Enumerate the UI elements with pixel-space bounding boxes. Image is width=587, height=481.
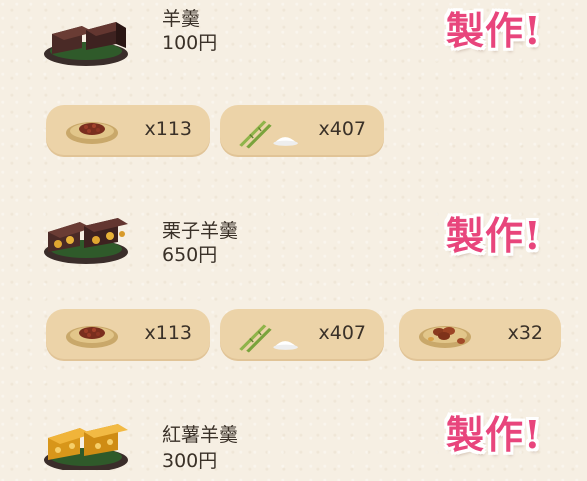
recipe-name: 羊羹 (162, 8, 201, 30)
sugarcane-sugar-icon (239, 324, 298, 353)
ingredient-quantity: x113 (144, 322, 192, 344)
recipe-row-sweet-potato-yokan: 紅薯羊羹 300円 製作! (0, 400, 587, 480)
chestnut-plate-icon (419, 326, 471, 348)
ingredient-sugarcane: x407 (220, 309, 384, 361)
ingredient-quantity: x407 (318, 118, 366, 140)
make-button[interactable]: 製作! (446, 410, 576, 460)
red-beans-plate-icon (66, 122, 118, 144)
recipe-name: 紅薯羊羹 (162, 424, 239, 446)
chestnut-yokan-dish-icon (44, 218, 128, 264)
ingredient-quantity: x113 (144, 118, 192, 140)
recipe-row-yokan: 羊羹 100円 製作! (0, 0, 587, 80)
ingredient-red-beans: x113 (46, 309, 210, 361)
ingredient-quantity: x407 (318, 322, 366, 344)
ingredient-red-beans: x113 (46, 105, 210, 157)
sweet-potato-yokan-dish-icon (44, 424, 128, 470)
yokan-dish-icon (44, 22, 128, 66)
recipe-price: 650円 (162, 244, 218, 266)
recipe-price: 300円 (162, 450, 218, 472)
make-button[interactable]: 製作! (446, 6, 576, 56)
ingredient-chestnut: x32 (399, 309, 561, 361)
ingredient-sugarcane: x407 (220, 105, 384, 157)
make-button[interactable]: 製作! (446, 211, 576, 261)
recipe-name: 栗子羊羹 (162, 220, 239, 242)
sugarcane-sugar-icon (239, 120, 298, 149)
recipe-price: 100円 (162, 32, 218, 54)
red-beans-plate-icon (66, 326, 118, 348)
recipe-row-chestnut-yokan: 栗子羊羹 650円 製作! (0, 196, 587, 276)
ingredient-quantity: x32 (507, 322, 543, 344)
